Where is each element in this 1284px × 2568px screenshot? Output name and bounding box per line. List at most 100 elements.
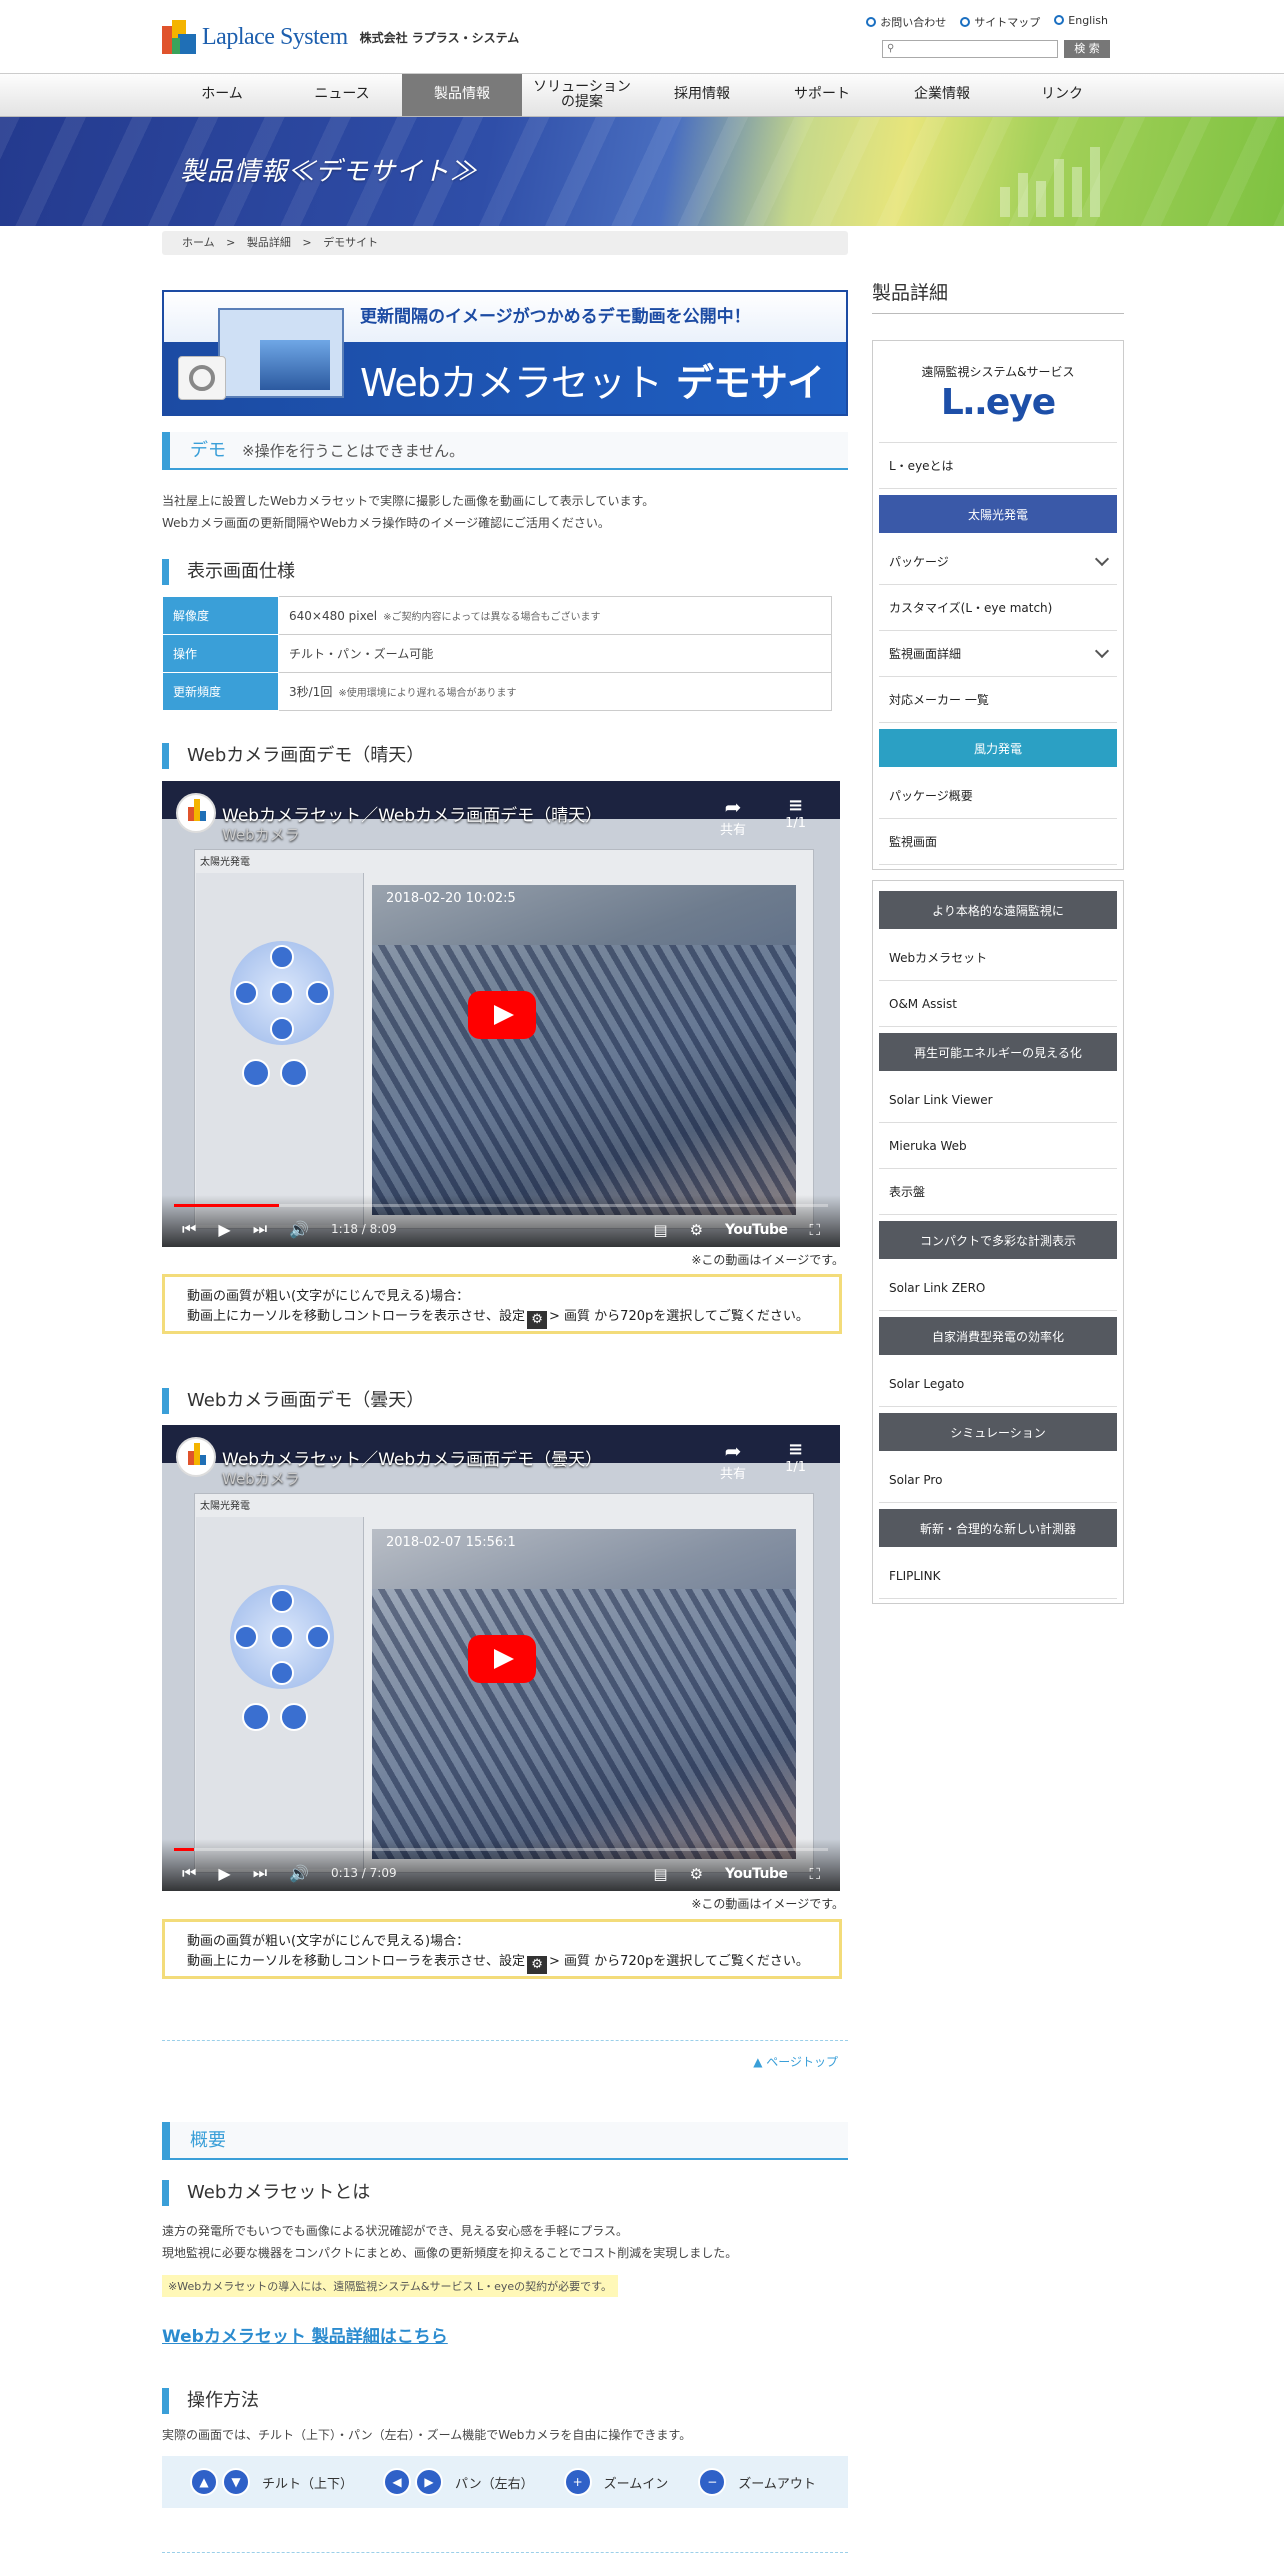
camera-control-pane (196, 1517, 364, 1869)
nav-links[interactable]: リンク (1002, 74, 1122, 116)
page-top-link[interactable]: ▲ ページトップ (753, 2053, 838, 2070)
nav-products[interactable]: 製品情報 (402, 74, 522, 116)
breadcrumb-product-detail[interactable]: 製品詳細 (247, 236, 291, 249)
leye-subtitle: 遠隔監視システム&サービス (921, 365, 1075, 379)
video-title[interactable]: Webカメラセット／Webカメラ画面デモ（晴天） Webカメラ (222, 801, 602, 845)
player-left-controls: ⏮ ▶ ⏭ 🔊 0:13 / 7:09 (182, 1863, 397, 1883)
bullet-icon (866, 17, 877, 27)
volume-icon[interactable]: 🔊 (289, 1220, 309, 1239)
play-icon[interactable]: ▶ (218, 1864, 230, 1883)
sidebar-item[interactable]: 対応メーカー 一覧 (879, 677, 1117, 723)
volume-icon[interactable]: 🔊 (289, 1864, 309, 1883)
quality-note: 動画の画質が粗い(文字がにじんで見える)場合： 動画上にカーソルを移動しコントロ… (162, 1274, 842, 1334)
sidebar-item[interactable]: Mieruka Web (879, 1123, 1117, 1169)
next-icon[interactable]: ⏭ (253, 1863, 267, 1883)
sidebar-item[interactable]: 監視画面 (879, 819, 1117, 865)
contact-link-label: お問い合わせ (880, 16, 947, 29)
sidebar-item[interactable]: Webカメラセット (879, 935, 1117, 981)
nav-company[interactable]: 企業情報 (882, 74, 1002, 116)
search-button[interactable]: 検 索 (1064, 40, 1110, 58)
sidebar-item[interactable]: Solar Pro (879, 1457, 1117, 1503)
fullscreen-icon[interactable]: ⛶ (809, 1221, 820, 1239)
sidebar-item[interactable]: 表示盤 (879, 1169, 1117, 1215)
overview-text-line: 現地監視に必要な機器をコンパクトにまとめ、画像の更新頻度を抑えることでコスト削減… (162, 2246, 738, 2260)
nav-support[interactable]: サポート (762, 74, 882, 116)
sidebar-item[interactable]: パッケージ概要 (879, 773, 1117, 819)
settings-icon[interactable]: ⚙ (690, 1865, 703, 1883)
progress-fill (174, 1204, 279, 1207)
previous-icon[interactable]: ⏮ (182, 1219, 196, 1239)
playlist-button[interactable]: ≡ 1/1 (785, 795, 806, 831)
subtitles-icon[interactable]: ▤ (653, 1865, 667, 1883)
pan-label: パン（左右） (455, 2476, 534, 2492)
share-button[interactable]: ➦ 共有 (720, 795, 746, 838)
search-input[interactable]: ⚲ (882, 40, 1058, 58)
english-link-label: English (1068, 14, 1108, 27)
operation-legend: ▲ ▼ チルト（上下） ◀ ▶ パン（左右） + ズームイン − ズームアウト (162, 2456, 848, 2508)
youtube-logo[interactable]: YouTube (725, 1222, 788, 1238)
nav-recruit[interactable]: 採用情報 (642, 74, 762, 116)
camera-feed-image: 2018-02-20 10:02:5 (372, 885, 796, 1215)
video-caption: ※この動画はイメージです。 (691, 1897, 844, 1911)
operation-text: 実際の画面では、チルト（上下）・パン（左右）・ズーム機能でWebカメラを自由に操… (162, 2428, 692, 2442)
spec-note: ※ご契約内容によっては異なる場合もございます (383, 612, 601, 623)
youtube-player-cloudy[interactable]: 太陽光発電 2018-02-07 15:56:1 Webカメラセット／Webカメ… (162, 1425, 840, 1891)
previous-icon[interactable]: ⏮ (182, 1863, 196, 1883)
quality-note-text: > 画質 から720pを選択してご覧ください。 (549, 1309, 809, 1324)
playlist-button[interactable]: ≡ 1/1 (785, 1439, 806, 1475)
sidebar-item[interactable]: Solar Link Viewer (879, 1077, 1117, 1123)
sidebar-item[interactable]: パッケージ (879, 539, 1117, 585)
overview-subheading: Webカメラセットとは (162, 2180, 370, 2206)
company-logo[interactable]: Laplace System 株式会社 ラプラス・システム (162, 20, 519, 54)
sitemap-link[interactable]: サイトマップ (960, 14, 1040, 30)
pan-legend: ◀ ▶ パン（左右） (383, 2468, 534, 2496)
product-detail-link[interactable]: Webカメラセット 製品詳細はこちら (162, 2322, 448, 2347)
overview-text-line: 遠方の発電所でもいつでも画像による状況確認ができ、見える安心感を手軽にプラス。 (162, 2224, 628, 2238)
contact-link[interactable]: お問い合わせ (866, 14, 946, 30)
promo-title-a: Webカメラセット (360, 361, 663, 405)
leye-logo[interactable]: 遠隔監視システム&サービス L‥eye (879, 345, 1117, 443)
channel-avatar-icon[interactable] (176, 793, 216, 833)
sidebar-item[interactable]: 監視画面詳細 (879, 631, 1117, 677)
channel-avatar-icon[interactable] (176, 1437, 216, 1477)
global-nav: ホーム ニュース 製品情報 ソリューション の提案 採用情報 サポート 企業情報… (0, 73, 1284, 117)
sidebar-item[interactable]: カスタマイズ(L・eye match) (879, 585, 1117, 631)
chevron-down-icon[interactable] (1094, 643, 1110, 658)
subtitles-icon[interactable]: ▤ (653, 1221, 667, 1239)
nav-solutions[interactable]: ソリューション の提案 (522, 74, 642, 116)
fullscreen-icon[interactable]: ⛶ (809, 1865, 820, 1883)
play-button[interactable] (468, 1635, 536, 1683)
sidebar-item-label: 対応メーカー 一覧 (889, 693, 989, 707)
quality-note-line: 動画上にカーソルを移動しコントローラを表示させ、設定 ⚙ > 画質 から720pを選… (187, 1307, 817, 1329)
sidebar-item[interactable]: Solar Legato (879, 1361, 1117, 1407)
quality-note-line: 動画上にカーソルを移動しコントローラを表示させ、設定 ⚙ > 画質 から720pを選… (187, 1952, 817, 1974)
progress-bar[interactable] (174, 1204, 828, 1207)
chevron-down-icon[interactable] (1094, 551, 1110, 566)
overview-heading-title: 概要 (190, 2130, 226, 2151)
site-search: ⚲ 検 索 (882, 40, 1110, 58)
camera-icon (178, 356, 226, 400)
youtube-logo[interactable]: YouTube (725, 1866, 788, 1882)
breadcrumb-home[interactable]: ホーム (182, 236, 215, 249)
next-icon[interactable]: ⏭ (253, 1219, 267, 1239)
progress-bar[interactable] (174, 1848, 828, 1851)
video-title[interactable]: Webカメラセット／Webカメラ画面デモ（曇天） Webカメラ (222, 1445, 602, 1489)
sidebar-category-header: コンパクトで多彩な計測表示 (879, 1221, 1117, 1259)
sidebar-item[interactable]: Solar Link ZERO (879, 1265, 1117, 1311)
sitemap-link-label: サイトマップ (974, 16, 1041, 29)
sidebar-item[interactable]: FLIPLINK (879, 1553, 1117, 1599)
section-divider (162, 2040, 848, 2041)
english-link[interactable]: English (1054, 14, 1108, 30)
logo-mark-icon (162, 20, 196, 54)
sidebar-item[interactable]: L・eyeとは (879, 443, 1117, 489)
play-button[interactable] (468, 991, 536, 1039)
share-button[interactable]: ➦ 共有 (720, 1439, 746, 1482)
nav-news[interactable]: ニュース (282, 74, 402, 116)
settings-gear-icon: ⚙ (527, 1956, 548, 1974)
play-icon[interactable]: ▶ (218, 1220, 230, 1239)
nav-home[interactable]: ホーム (162, 74, 282, 116)
youtube-player-sunny[interactable]: 太陽光発電 2018-02-20 10:02:5 Webカメラセット／Webカメ… (162, 781, 840, 1247)
sidebar-item[interactable]: O&M Assist (879, 981, 1117, 1027)
utility-links: お問い合わせ サイトマップ English (866, 14, 1108, 30)
settings-icon[interactable]: ⚙ (690, 1221, 703, 1239)
